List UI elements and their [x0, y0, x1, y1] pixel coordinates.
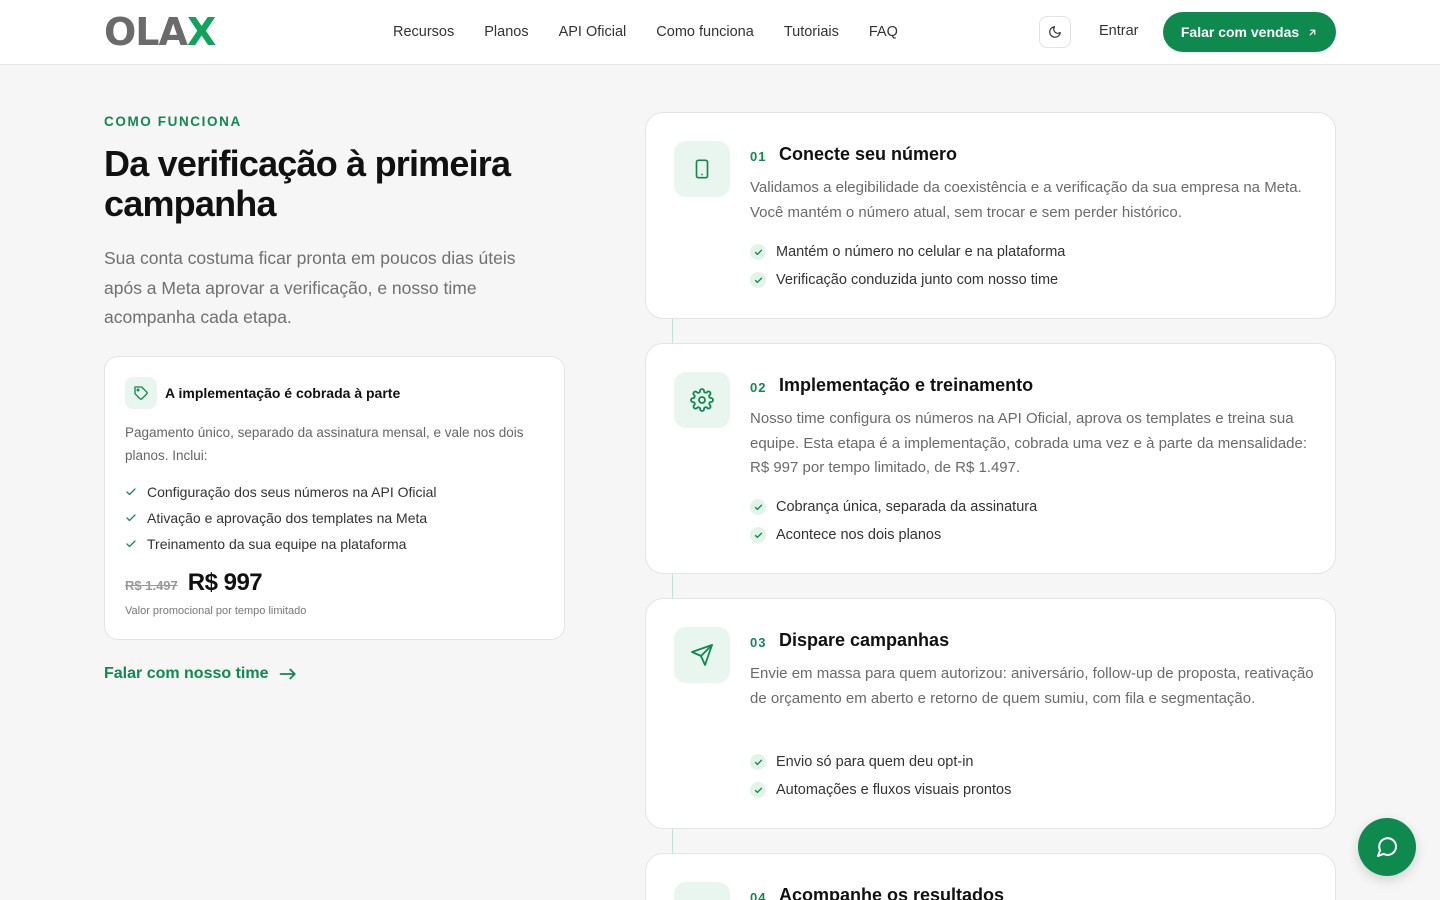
step-card-2: 02 Implementação e treinamento Nosso tim…: [645, 343, 1336, 574]
check-circle-icon: [750, 244, 766, 260]
step-number: 02: [750, 380, 767, 395]
list-item: Automações e fluxos visuais prontos: [750, 776, 1011, 804]
talk-to-team-link[interactable]: Falar com nosso time: [104, 665, 297, 683]
check-icon: [126, 514, 136, 522]
price-block: R$ 1.497 R$ 997: [125, 569, 263, 597]
check-circle-icon: [750, 782, 766, 798]
price-card-title: A implementação é cobrada à parte: [165, 385, 401, 401]
tag-icon: [134, 386, 148, 400]
step-icon-wrapper: [674, 372, 730, 428]
logo-wordmark: OLAX: [104, 10, 216, 54]
arrow-right-icon: [279, 668, 296, 680]
section-eyebrow: COMO FUNCIONA: [104, 114, 242, 129]
step-number: 03: [750, 635, 767, 650]
nav-tutoriais[interactable]: Tutoriais: [784, 24, 839, 40]
talk-to-sales-label: Falar com vendas: [1180, 24, 1300, 40]
step-icon-wrapper: [674, 882, 730, 900]
check-circle-icon: [750, 272, 766, 288]
step-connector: [672, 573, 673, 599]
list-item: Acontece nos dois planos: [750, 521, 1037, 549]
step-card-3: 03 Dispare campanhas Envie em massa para…: [645, 598, 1336, 829]
list-item: Configuração dos seus números na API Ofi…: [125, 479, 437, 505]
step-title: Conecte seu número: [779, 144, 958, 164]
check-circle-icon: [750, 499, 766, 515]
check-icon: [126, 540, 136, 548]
arrow-up-right-icon: [1309, 29, 1316, 35]
list-item: Ativação e aprovação dos templates na Me…: [125, 505, 437, 531]
step-icon-wrapper: [674, 627, 730, 683]
nav-api-oficial[interactable]: API Oficial: [559, 24, 627, 40]
list-item: Cobrança única, separada da assinatura: [750, 493, 1037, 521]
step-title: Acompanhe os resultados: [779, 885, 1005, 900]
check-icon: [126, 488, 136, 496]
send-icon: [691, 644, 713, 666]
price-card-description: Pagamento único, separado da assinatura …: [125, 425, 524, 463]
implementation-price-card: A implementação é cobrada à parte Pagame…: [104, 356, 565, 640]
list-item: Verificação conduzida junto com nosso ti…: [750, 266, 1065, 294]
step-icon-wrapper: [674, 141, 730, 197]
step-number: 01: [750, 149, 767, 164]
check-circle-icon: [750, 754, 766, 770]
nav-faq[interactable]: FAQ: [869, 24, 898, 40]
list-item: Treinamento da sua equipe na plataforma: [125, 531, 437, 557]
list-item: Envio só para quem deu opt-in: [750, 748, 1011, 776]
step-description: Validamos a elegibilidade da coexistênci…: [750, 179, 1302, 221]
step-connector: [672, 828, 673, 854]
section-title: Da verificação à primeira campanha: [104, 143, 511, 224]
site-header: OLAX Recursos Planos API Oficial Como fu…: [0, 0, 1440, 65]
moon-icon: [1049, 26, 1061, 38]
section-subtitle: Sua conta costuma ficar pronta em poucos…: [104, 248, 516, 327]
main-nav: Recursos Planos API Oficial Como funcion…: [393, 0, 898, 64]
gear-icon: [690, 388, 714, 412]
message-circle-icon: [1377, 837, 1398, 857]
list-item: Mantém o número no celular e na platafor…: [750, 238, 1065, 266]
talk-to-team-label: Falar com nosso time: [104, 665, 269, 682]
step-list: Cobrança única, separada da assinatura A…: [750, 493, 1037, 549]
old-price: R$ 1.497: [125, 578, 178, 593]
check-circle-icon: [750, 527, 766, 543]
step-title: Implementação e treinamento: [779, 375, 1034, 395]
new-price: R$ 997: [187, 569, 263, 596]
step-list: Mantém o número no celular e na platafor…: [750, 238, 1065, 294]
theme-toggle-button[interactable]: [1039, 16, 1071, 48]
tag-icon-wrapper: [125, 377, 157, 409]
talk-to-sales-button[interactable]: Falar com vendas: [1163, 12, 1336, 52]
step-title: Dispare campanhas: [779, 630, 950, 650]
step-description: Envie em massa para quem autorizou: aniv…: [750, 665, 1314, 707]
step-card-1: 01 Conecte seu número Validamos a elegib…: [645, 112, 1336, 319]
olax-logo[interactable]: OLAX: [104, 10, 216, 54]
step-description: Nosso time configura os números na API O…: [750, 410, 1308, 476]
chat-button[interactable]: [1358, 818, 1416, 876]
smartphone-icon: [695, 159, 709, 179]
price-card-list: Configuração dos seus números na API Ofi…: [125, 479, 437, 557]
step-connector: [672, 318, 673, 344]
nav-recursos[interactable]: Recursos: [393, 24, 454, 40]
price-note: Valor promocional por tempo limitado: [125, 605, 307, 617]
step-list: Envio só para quem deu opt-in Automações…: [750, 748, 1011, 804]
step-card-4: 04 Acompanhe os resultados: [645, 853, 1336, 900]
nav-planos[interactable]: Planos: [484, 24, 528, 40]
nav-como-funciona[interactable]: Como funciona: [656, 24, 754, 40]
login-link[interactable]: Entrar: [1099, 23, 1139, 39]
step-number: 04: [750, 890, 767, 900]
